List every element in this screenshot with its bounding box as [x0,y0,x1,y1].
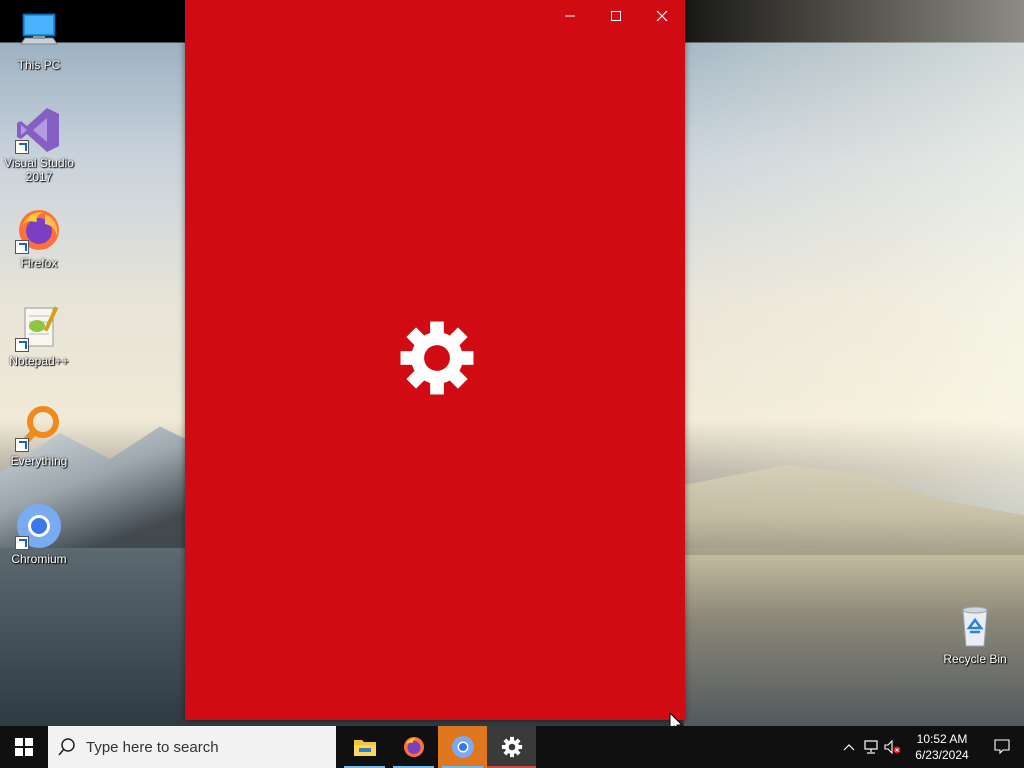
visual-studio-icon [15,106,63,154]
shortcut-arrow-icon [15,338,29,352]
search-placeholder: Type here to search [86,738,219,756]
desktop-icon-label: Visual Studio 2017 [4,156,74,184]
taskbar-settings[interactable] [487,726,536,768]
taskbar-chromium[interactable] [438,726,487,768]
start-button[interactable] [0,726,48,768]
shortcut-arrow-icon [15,240,29,254]
desktop-icon-label: Notepad++ [9,354,69,368]
volume-button[interactable] [882,726,904,768]
minimize-icon [565,15,575,17]
notepad-plus-plus-icon [15,304,63,352]
close-icon [656,10,668,22]
computer-icon [15,8,63,56]
volume-muted-icon [884,740,901,754]
chromium-icon [15,502,63,550]
network-icon [864,740,878,754]
desktop-icon-label: Everything [10,454,68,468]
everything-search-icon [15,404,63,452]
desktop-icon-label: Chromium [11,552,67,566]
gear-icon [400,321,474,395]
shortcut-arrow-icon [15,140,29,154]
desktop-icon-label: Recycle Bin [943,652,1007,666]
taskbar-clock[interactable]: 10:52 AM 6/23/2024 [904,731,980,763]
shortcut-arrow-icon [15,438,29,452]
desktop-icon-everything[interactable]: Everything [0,404,78,468]
system-tray: 10:52 AM 6/23/2024 [838,726,1024,768]
desktop-icon-firefox[interactable]: Firefox [0,206,78,270]
maximize-button[interactable] [593,0,639,32]
taskbar-firefox[interactable] [389,726,438,768]
recycle-bin-icon [951,602,999,650]
desktop-icon-label: This PC [17,58,61,72]
search-icon [58,738,75,756]
desktop-icon-this-pc[interactable]: This PC [0,8,78,72]
desktop-icon-label: Firefox [20,256,58,270]
windows-logo-icon [15,738,33,756]
maximize-icon [611,11,621,21]
network-button[interactable] [860,726,882,768]
desktop-icon-chromium[interactable]: Chromium [0,502,78,566]
clock-date: 6/23/2024 [915,748,969,762]
clock-time: 10:52 AM [916,732,968,746]
action-center-button[interactable] [980,726,1024,768]
shortcut-arrow-icon [15,536,29,550]
settings-gear-icon [501,736,522,758]
taskbar-file-explorer[interactable] [340,726,389,768]
desktop-icon-notepad-plus-plus[interactable]: Notepad++ [0,304,78,368]
desktop-icon-recycle-bin[interactable]: Recycle Bin [936,602,1014,666]
firefox-icon [403,737,424,757]
taskbar: Type here to search 10:52 AM 6/23/2024 [0,726,1024,768]
firefox-icon [15,206,63,254]
desktop: This PC Visual Studio 2017 Firefox Notep… [0,0,1024,768]
file-explorer-icon [353,740,376,756]
minimize-button[interactable] [547,0,593,32]
chromium-icon [451,736,474,758]
desktop-icon-visual-studio[interactable]: Visual Studio 2017 [0,106,78,184]
close-button[interactable] [639,0,685,32]
taskbar-search-box[interactable]: Type here to search [48,726,336,768]
chevron-up-icon [843,744,855,751]
window-title-controls [547,0,685,32]
app-window[interactable] [185,0,685,720]
show-hidden-icons-button[interactable] [838,726,860,768]
action-center-icon [994,739,1010,755]
